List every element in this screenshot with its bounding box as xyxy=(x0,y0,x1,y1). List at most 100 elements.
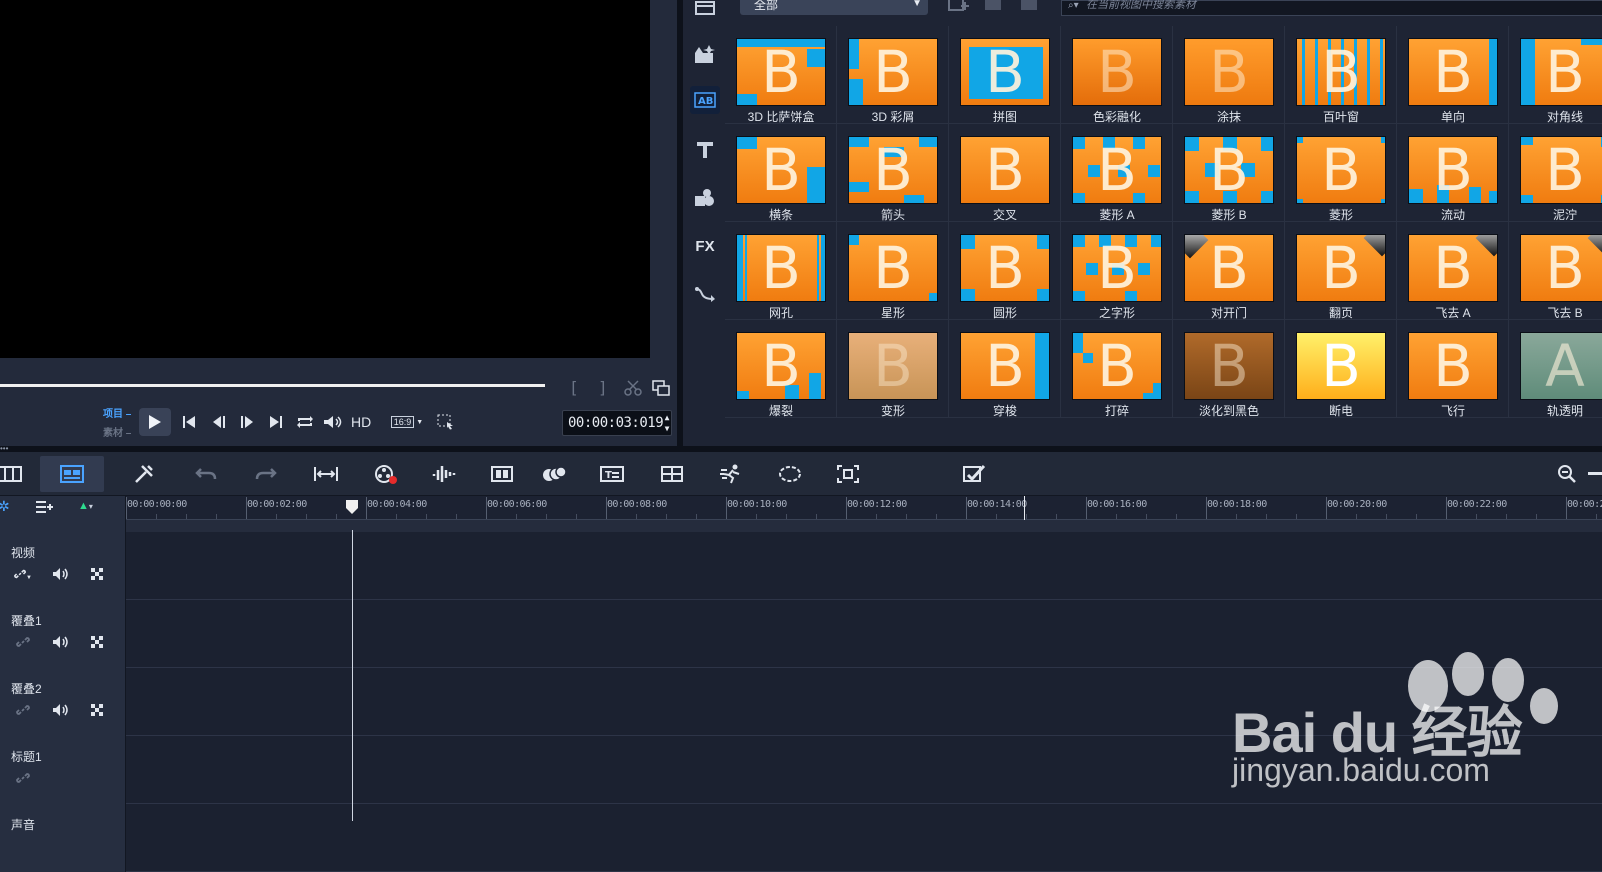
instant-project-icon[interactable] xyxy=(690,40,720,68)
track-row[interactable]: 视频 ▼ xyxy=(0,532,1602,600)
transition-item[interactable]: B 爆裂 xyxy=(725,320,837,418)
transition-item[interactable]: B 之字形 xyxy=(1061,222,1173,320)
zoom-out-icon[interactable] xyxy=(1554,460,1582,488)
transition-item[interactable]: B 涂抹 xyxy=(1173,26,1285,124)
transition-item[interactable]: B 菱形 A xyxy=(1061,124,1173,222)
transition-item[interactable]: B 对角线 xyxy=(1509,26,1602,124)
ruler-minor-tick xyxy=(816,514,817,519)
enable-ripple-icon[interactable]: ▲▾ xyxy=(78,500,93,512)
fit-project-icon[interactable] xyxy=(312,460,340,488)
zoom-slider[interactable] xyxy=(1588,472,1602,475)
transition-item[interactable]: B 飞行 xyxy=(1397,320,1509,418)
change-display-mode-button[interactable] xyxy=(432,410,460,434)
checkerboard-icon[interactable] xyxy=(88,702,106,718)
speaker-icon[interactable] xyxy=(52,702,70,718)
transition-item[interactable]: B 圆形 xyxy=(949,222,1061,320)
checkerboard-icon[interactable] xyxy=(88,566,106,582)
previous-frame-button[interactable] xyxy=(208,410,230,434)
transition-item[interactable]: B 拼图 xyxy=(949,26,1061,124)
transition-item[interactable]: B 变形 xyxy=(837,320,949,418)
category-dropdown[interactable]: 全部 ▼ xyxy=(740,0,928,15)
undo-icon[interactable] xyxy=(192,460,220,488)
go-to-end-button[interactable] xyxy=(265,410,287,434)
link-icon[interactable] xyxy=(14,770,32,786)
apply-to-overlay-icon[interactable] xyxy=(1017,0,1041,19)
transition-item[interactable]: B 淡化到黑色 xyxy=(1173,320,1285,418)
mark-in-button[interactable]: [ xyxy=(569,378,583,397)
play-button[interactable] xyxy=(139,408,171,436)
go-to-start-button[interactable] xyxy=(178,410,200,434)
transition-item[interactable]: B 穿梭 xyxy=(949,320,1061,418)
timeline-view-icon[interactable] xyxy=(0,460,24,488)
path-icon[interactable] xyxy=(690,280,720,308)
multi-camera-icon[interactable] xyxy=(658,460,686,488)
timecode-stepper-icon[interactable]: ▲ ▼ xyxy=(665,412,670,434)
transition-item[interactable]: B 网孔 xyxy=(725,222,837,320)
transition-item[interactable]: B 断电 xyxy=(1285,320,1397,418)
library-search-input[interactable]: ⌕▾ 在当前视图中搜索素材 xyxy=(1061,0,1602,16)
subtitle-editor-icon[interactable]: T xyxy=(598,460,626,488)
scissors-icon[interactable] xyxy=(624,380,642,398)
transition-item[interactable]: B 色彩融化 xyxy=(1061,26,1173,124)
project-mode-label[interactable]: 项目 – xyxy=(103,405,131,420)
transition-item[interactable]: B 流动 xyxy=(1397,124,1509,222)
transition-item[interactable]: B 对开门 xyxy=(1173,222,1285,320)
transition-item[interactable]: B 箭头 xyxy=(837,124,949,222)
transition-item[interactable]: B 横条 xyxy=(725,124,837,222)
transition-icon[interactable]: AB xyxy=(690,86,720,114)
transition-item[interactable]: B 交叉 xyxy=(949,124,1061,222)
transition-item[interactable]: B 百叶窗 xyxy=(1285,26,1397,124)
timecode-field[interactable]: 00:00:03:019 ▲ ▼ xyxy=(562,410,672,436)
playhead-line[interactable] xyxy=(352,530,353,821)
link-icon[interactable] xyxy=(14,634,32,650)
record-capture-icon[interactable] xyxy=(372,460,400,488)
pan-zoom-icon[interactable] xyxy=(834,460,862,488)
title-icon[interactable] xyxy=(690,136,720,164)
clip-mode-label[interactable]: 素材 – xyxy=(103,424,131,439)
link-icon[interactable] xyxy=(14,702,32,718)
track-manager-icon[interactable]: ✲ xyxy=(0,498,10,515)
volume-button[interactable] xyxy=(322,410,344,434)
transition-item[interactable]: B 泥泞 xyxy=(1509,124,1602,222)
transition-item[interactable]: B 菱形 B xyxy=(1173,124,1285,222)
transition-item[interactable]: B 菱形 xyxy=(1285,124,1397,222)
playhead-handle[interactable] xyxy=(346,500,358,514)
transition-item[interactable]: B 星形 xyxy=(837,222,949,320)
tools-icon[interactable] xyxy=(130,460,158,488)
time-remapping-icon[interactable] xyxy=(718,460,746,488)
smart-proxy-icon[interactable] xyxy=(960,460,988,488)
link-icon[interactable]: ▼ xyxy=(14,566,32,582)
add-to-favorites-icon[interactable] xyxy=(945,0,971,19)
redo-icon[interactable] xyxy=(252,460,280,488)
hd-toggle[interactable]: HD xyxy=(351,414,371,430)
motion-tracking-icon[interactable] xyxy=(540,460,568,488)
graphics-icon[interactable] xyxy=(690,184,720,212)
checkerboard-icon[interactable] xyxy=(88,634,106,650)
speaker-icon[interactable] xyxy=(52,634,70,650)
mark-out-button[interactable]: ] xyxy=(598,378,612,397)
transition-item[interactable]: B 3D 比萨饼盒 xyxy=(725,26,837,124)
auto-music-icon[interactable] xyxy=(488,460,516,488)
transition-item[interactable]: B 飞去 A xyxy=(1397,222,1509,320)
transition-item[interactable]: B 单向 xyxy=(1397,26,1509,124)
speaker-icon[interactable] xyxy=(52,566,70,582)
add-track-icon[interactable] xyxy=(34,498,56,521)
repeat-button[interactable] xyxy=(294,410,316,434)
storyboard-view-button[interactable] xyxy=(40,456,104,492)
transition-item[interactable]: B 打碎 xyxy=(1061,320,1173,418)
aspect-ratio-button[interactable]: 16:9 ▼ xyxy=(388,410,426,434)
sound-mixer-icon[interactable] xyxy=(430,460,458,488)
transition-item[interactable]: B 翻页 xyxy=(1285,222,1397,320)
transition-item[interactable]: B 飞去 B xyxy=(1509,222,1602,320)
media-library-icon[interactable] xyxy=(690,0,720,22)
transition-item[interactable]: A 轨透明 xyxy=(1509,320,1602,418)
track-name: 声音 xyxy=(11,818,36,832)
enlarge-preview-icon[interactable] xyxy=(652,380,670,398)
mask-creator-icon[interactable] xyxy=(776,460,804,488)
next-frame-button[interactable] xyxy=(236,410,258,434)
fx-filter-icon[interactable]: FX xyxy=(690,232,720,260)
apply-to-video-icon[interactable] xyxy=(981,0,1005,19)
preview-scrubber[interactable] xyxy=(0,384,545,387)
transition-item[interactable]: B 3D 彩屑 xyxy=(837,26,949,124)
track-row[interactable]: 声音 xyxy=(0,804,1602,872)
